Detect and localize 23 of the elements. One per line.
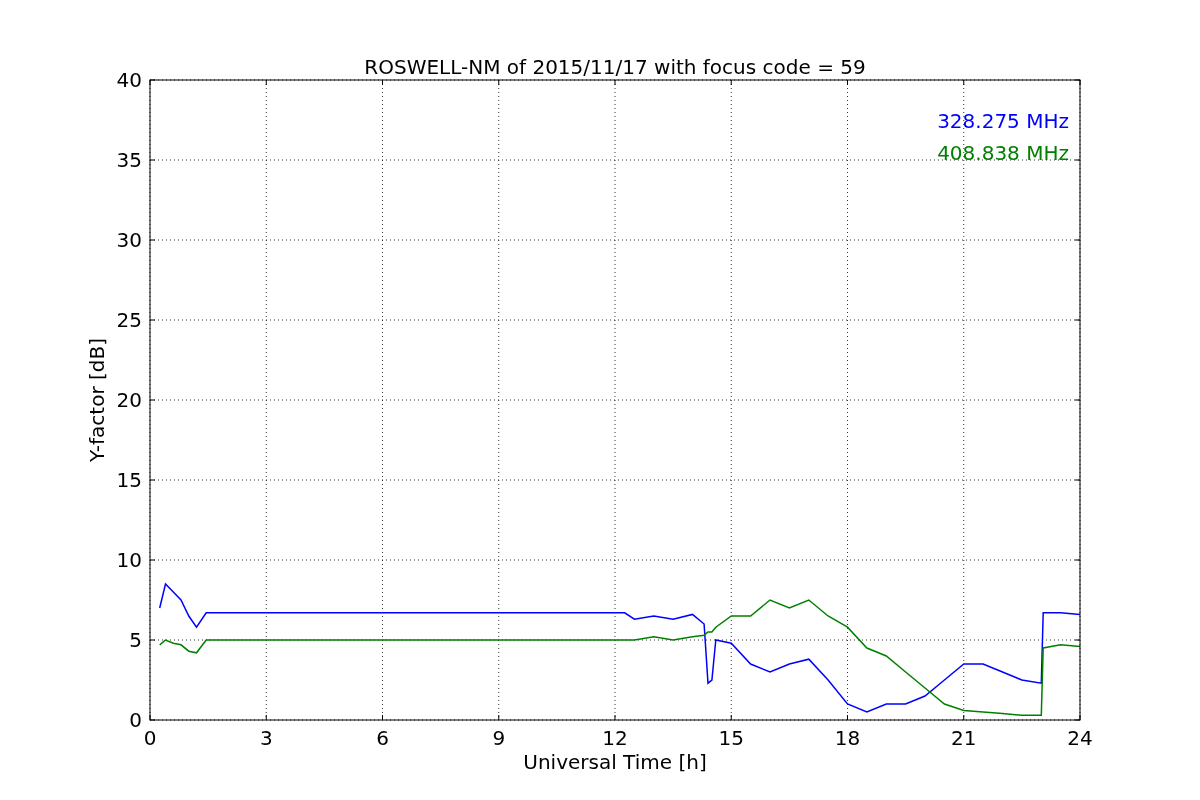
legend-label: 328.275 MHz [937,109,1069,133]
tick-label: 24 [1067,726,1093,750]
tick-label: 5 [129,628,142,652]
chart-title: ROSWELL-NM of 2015/11/17 with focus code = 59 [364,55,866,79]
tick-label: 40 [116,68,142,92]
tick-label: 20 [116,388,142,412]
tick-label: 12 [602,726,628,750]
tick-label: 15 [718,726,744,750]
tick-label: 15 [116,468,142,492]
tick-label: 10 [116,548,142,572]
axis-label: Y-factor [dB] [85,338,109,462]
axis-label: Universal Time [h] [523,750,707,774]
tick-label: 3 [259,726,273,750]
legend-label: 408.838 MHz [937,141,1069,165]
tick-label: 25 [116,308,142,332]
tick-label: 18 [834,726,861,750]
tick-label: 0 [143,726,157,750]
tick-label: 35 [116,148,142,172]
tick-label: 9 [492,726,506,750]
tick-label: 21 [951,726,977,750]
tick-label: 0 [129,708,142,732]
tick-label: 6 [376,726,389,750]
tick-label: 30 [116,228,142,252]
